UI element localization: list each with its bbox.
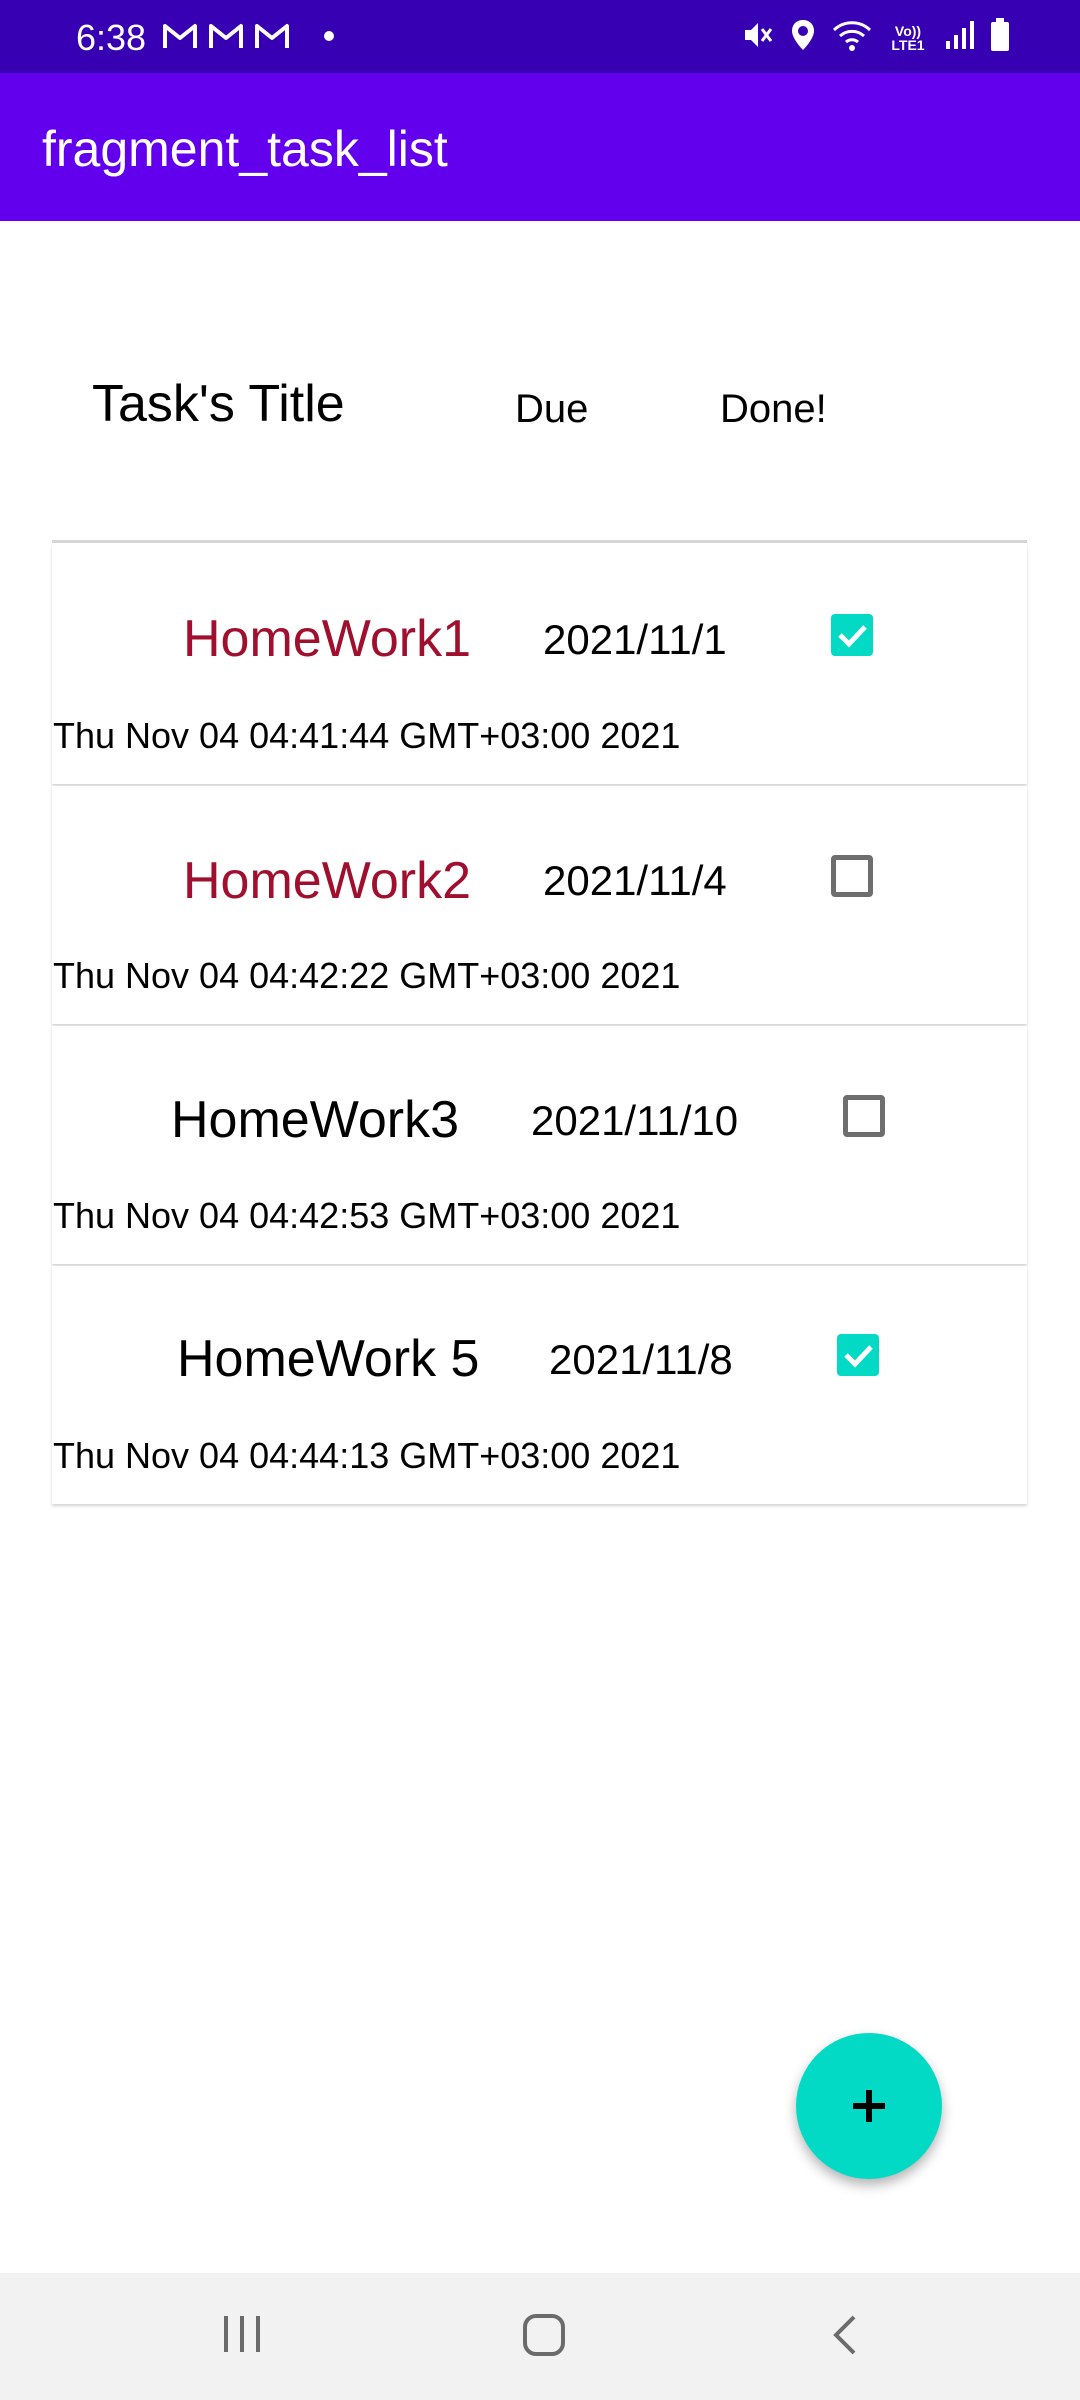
- task-due-date: 2021/11/10: [531, 1097, 739, 1144]
- status-left-icons: [162, 22, 334, 50]
- signal-icon: [944, 19, 974, 56]
- task-title: HomeWork1: [183, 610, 472, 668]
- task-item[interactable]: HomeWork3 2021/11/10 Thu Nov 04 04:42:53…: [52, 1026, 1027, 1264]
- task-due-date: 2021/11/8: [549, 1336, 733, 1383]
- back-icon[interactable]: [830, 2313, 860, 2362]
- task-title: HomeWork 5: [177, 1330, 480, 1388]
- task-created-timestamp: Thu Nov 04 04:42:22 GMT+03:00 2021: [53, 955, 681, 996]
- app-bar: fragment_task_list: [0, 73, 1080, 221]
- task-item[interactable]: HomeWork1 2021/11/1 Thu Nov 04 04:41:44 …: [52, 546, 1027, 784]
- volte-lte-icon: Vo)) LTE1: [891, 22, 925, 53]
- home-icon[interactable]: [522, 2313, 566, 2362]
- task-title: HomeWork3: [171, 1091, 460, 1149]
- header-divider: [52, 540, 1027, 543]
- plus-icon: [853, 2090, 885, 2122]
- gmail-icon: [162, 22, 198, 50]
- gmail-icon: [208, 22, 244, 50]
- app-title: fragment_task_list: [42, 121, 448, 177]
- task-due-date: 2021/11/1: [543, 616, 727, 663]
- header-task-title: Task's Title: [92, 375, 345, 433]
- task-due-date: 2021/11/4: [543, 857, 727, 904]
- header-due: Due: [515, 387, 589, 431]
- wifi-icon: [832, 18, 872, 57]
- task-item[interactable]: HomeWork 5 2021/11/8 Thu Nov 04 04:44:13…: [52, 1266, 1027, 1504]
- task-done-checkbox[interactable]: [831, 855, 873, 897]
- task-created-timestamp: Thu Nov 04 04:41:44 GMT+03:00 2021: [53, 715, 681, 756]
- notification-dot-icon: [324, 31, 334, 41]
- navigation-bar: [0, 2273, 1080, 2400]
- header-done: Done!: [720, 387, 827, 431]
- task-created-timestamp: Thu Nov 04 04:42:53 GMT+03:00 2021: [53, 1195, 681, 1236]
- add-task-button[interactable]: [796, 2033, 942, 2179]
- battery-icon: [990, 18, 1010, 57]
- location-icon: [790, 18, 816, 57]
- task-title: HomeWork2: [183, 852, 472, 910]
- task-created-timestamp: Thu Nov 04 04:44:13 GMT+03:00 2021: [53, 1435, 681, 1476]
- gmail-icon: [254, 22, 290, 50]
- task-done-checkbox[interactable]: [837, 1334, 879, 1376]
- recent-apps-icon[interactable]: [222, 2313, 262, 2360]
- status-bar: 6:38 Vo)) LTE1: [0, 0, 1080, 73]
- status-time: 6:38: [76, 17, 147, 58]
- task-item[interactable]: HomeWork2 2021/11/4 Thu Nov 04 04:42:22 …: [52, 786, 1027, 1024]
- checkmark-icon: [844, 1345, 873, 1368]
- task-done-checkbox[interactable]: [831, 614, 873, 656]
- task-done-checkbox[interactable]: [843, 1095, 885, 1137]
- status-right-icons: Vo)) LTE1: [740, 18, 1010, 57]
- checkmark-icon: [838, 625, 867, 648]
- mute-icon: [740, 18, 774, 57]
